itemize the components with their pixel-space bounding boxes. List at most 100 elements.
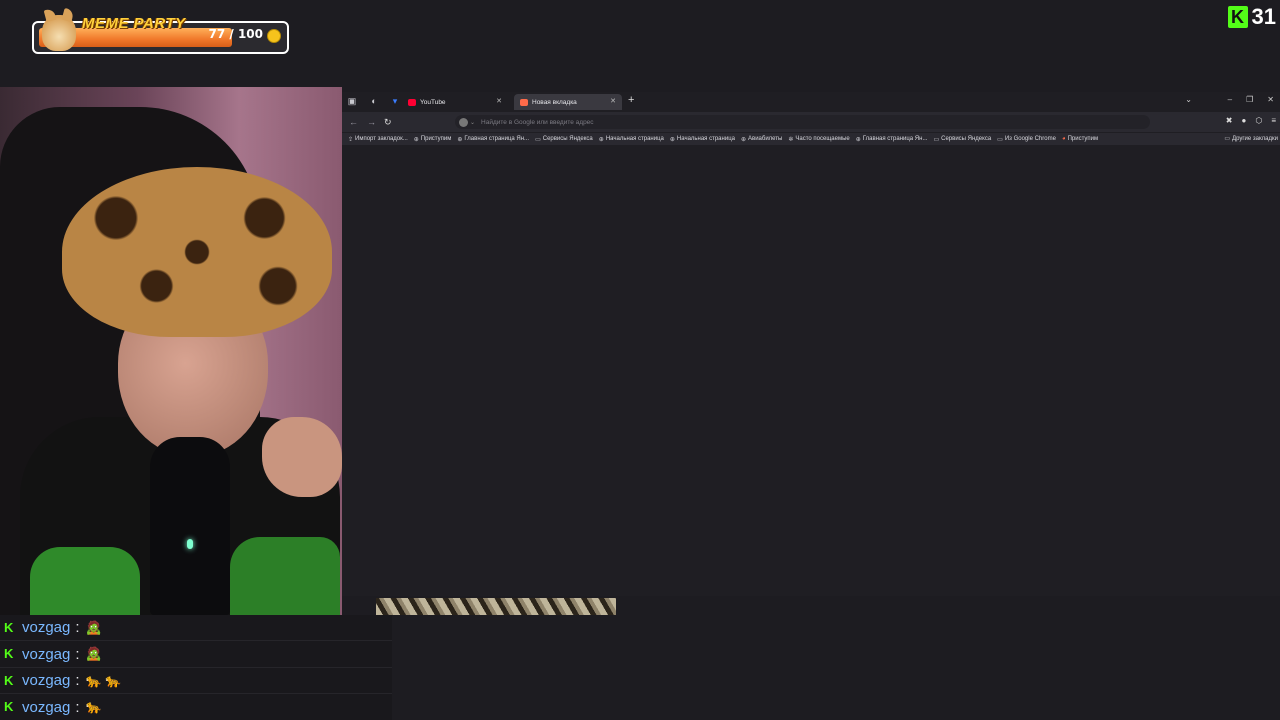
youtube-icon <box>408 98 416 106</box>
bookmark-item[interactable]: ⊕ Главная страница Ян... <box>856 136 928 143</box>
profile-icon[interactable]: ● <box>1242 116 1247 125</box>
tab-new-tab[interactable]: Новая вкладка ✕ <box>514 94 622 110</box>
bookmark-item[interactable]: ⊕ Авиабилеты <box>741 136 782 143</box>
tab-label: YouTube <box>420 98 446 106</box>
firefox-icon: ◕ <box>1061 136 1066 142</box>
gear-icon: ✲ <box>788 136 794 143</box>
sweater-pattern <box>30 547 140 615</box>
bookmark-label: Сервисы Яндекса <box>941 136 992 142</box>
kick-logo-icon: K <box>4 619 14 635</box>
leopard-hat <box>62 167 332 337</box>
tab-label: Новая вкладка <box>532 98 577 106</box>
omnibox[interactable]: ⌄ Найдите в Google или введите адрес <box>455 115 1150 129</box>
leopard-strip <box>376 598 616 615</box>
folder-icon: ▭ <box>1224 136 1231 142</box>
bookmark-item[interactable]: ▭ Из Google Chrome <box>997 136 1056 143</box>
bookmark-label: Приступим <box>1067 136 1099 142</box>
stream-canvas: 77 / 100 MEME PARTY K 31 ▣ ◐ ▾ YouTube ✕… <box>0 0 1280 720</box>
bookmark-item[interactable]: ▭ Сервисы Яндекса <box>535 136 593 143</box>
kick-logo-icon: K <box>4 672 14 688</box>
chevron-down-icon[interactable]: ⌄ <box>1185 95 1192 104</box>
globe-icon: ⊕ <box>598 136 604 143</box>
globe-icon: ⊕ <box>855 136 861 143</box>
bookmark-item[interactable]: ◕ Приступим <box>1062 136 1098 142</box>
address-toolbar: ← → ↻ ⌄ Найдите в Google или введите адр… <box>342 112 1280 132</box>
meme-party-count: 77 / 100 <box>208 27 264 41</box>
bookmark-item[interactable]: ⇪ Импорт закладок... <box>348 136 408 143</box>
kick-logo-icon: K <box>4 699 14 714</box>
bookmark-label: Приступим <box>420 136 452 142</box>
kick-viewer-badge: K 31 <box>1227 4 1276 30</box>
minimize-icon[interactable]: – <box>1228 95 1232 104</box>
google-icon <box>459 117 468 127</box>
bookmark-label: Начальная страница <box>676 136 735 142</box>
browser-window: ▣ ◐ ▾ YouTube ✕ Новая вкладка ✕ + ⌄ – ❐ … <box>342 92 1280 596</box>
bookmark-label: Часто посещаемые <box>795 136 850 142</box>
chat-separator: : <box>75 672 80 689</box>
bookmark-item[interactable]: ⊕ Начальная страница <box>599 136 664 143</box>
restore-icon[interactable]: ❐ <box>1246 95 1253 104</box>
bookmark-label: Авиабилеты <box>748 136 783 142</box>
chat-emotes: 🧟 <box>85 619 102 635</box>
menu-icon[interactable]: ≡ <box>1271 116 1276 125</box>
bookmark-other[interactable]: ▭ Другие закладки <box>1224 135 1278 143</box>
chat-username[interactable]: vozgag <box>22 619 70 636</box>
sweater-pattern <box>230 537 340 615</box>
close-icon[interactable]: ✕ <box>1267 95 1274 104</box>
close-icon[interactable]: ✕ <box>610 97 616 105</box>
chat-username[interactable]: vozgag <box>22 646 70 663</box>
import-icon: ⇪ <box>348 136 354 143</box>
reload-icon[interactable]: ↻ <box>384 117 392 128</box>
globe-icon: ⊕ <box>457 136 463 143</box>
tab-youtube[interactable]: YouTube ✕ <box>402 94 508 110</box>
browser-page-content <box>342 145 1280 596</box>
bookmark-item[interactable]: ⊕ Начальная страница <box>670 136 735 143</box>
tab-groups-icon[interactable]: ▣ <box>347 96 357 106</box>
new-tab-icon <box>520 98 528 106</box>
webcam-feed <box>0 87 342 615</box>
extension-icon[interactable]: ✖ <box>1226 116 1233 125</box>
bookmark-label: Сервисы Яндекса <box>542 136 593 142</box>
chevron-down-icon[interactable]: ⌄ <box>470 119 475 126</box>
chat-icon[interactable]: ◐ <box>369 96 379 106</box>
streamer-hand <box>262 417 342 497</box>
globe-icon: ⊕ <box>669 136 675 143</box>
microphone-led <box>187 539 193 549</box>
chat-emotes: 🐆 🐆 <box>85 672 122 688</box>
globe-icon: ⊕ <box>413 136 419 143</box>
doge-icon <box>42 15 76 51</box>
bookmark-item[interactable]: ⊕ Приступим <box>414 136 452 143</box>
chat-username[interactable]: vozgag <box>22 699 70 716</box>
chat-separator: : <box>75 645 80 663</box>
chat-emotes: 🐆 <box>85 699 102 714</box>
bookmarks-bar: ⇪ Импорт закладок... ⊕ Приступим ⊕ Главная ст… <box>342 133 1280 145</box>
bookmark-item[interactable]: ▭ Сервисы Яндекса <box>933 136 991 143</box>
chat-message: Kvozgag: 🧟 <box>0 642 392 668</box>
forward-icon[interactable]: → <box>367 117 376 127</box>
omnibox-placeholder[interactable]: Найдите в Google или введите адрес <box>481 119 594 126</box>
tab-bar: ▣ ◐ ▾ YouTube ✕ Новая вкладка ✕ + ⌄ – ❐ … <box>342 92 1280 111</box>
bookmark-label: Главная страница Ян... <box>464 136 530 142</box>
chat-username[interactable]: vozgag <box>22 672 70 689</box>
chat-message: Kvozgag: 🐆 🐆 <box>0 668 392 694</box>
folder-icon: ▭ <box>997 136 1003 143</box>
bookmark-label: Главная страница Ян... <box>862 136 928 142</box>
bookmark-label: Из Google Chrome <box>1004 136 1056 142</box>
bookmark-item[interactable]: ✲ Часто посещаемые <box>788 136 849 143</box>
coin-icon <box>267 29 281 43</box>
bookmark-label: Другие закладки <box>1232 135 1278 142</box>
new-tab-button[interactable]: + <box>628 94 634 106</box>
meme-party-title: MEME PARTY <box>82 15 186 32</box>
back-icon[interactable]: ← <box>349 117 358 127</box>
shield-icon[interactable]: ▾ <box>390 96 400 106</box>
folder-icon: ▭ <box>535 136 541 143</box>
toolbar-right: ✖ ● ⬡ ≡ <box>1226 116 1276 125</box>
chat-message: Kvozgag: 🐆 <box>0 695 392 720</box>
kick-badge-number: 31 <box>1251 4 1276 29</box>
close-icon[interactable]: ✕ <box>496 97 502 105</box>
chat-separator: : <box>75 619 80 636</box>
bookmark-item[interactable]: ⊕ Главная страница Ян... <box>457 136 529 143</box>
extensions-puzzle-icon[interactable]: ⬡ <box>1255 116 1262 125</box>
kick-logo-icon: K <box>4 646 14 661</box>
chat-emotes: 🧟 <box>85 646 102 661</box>
